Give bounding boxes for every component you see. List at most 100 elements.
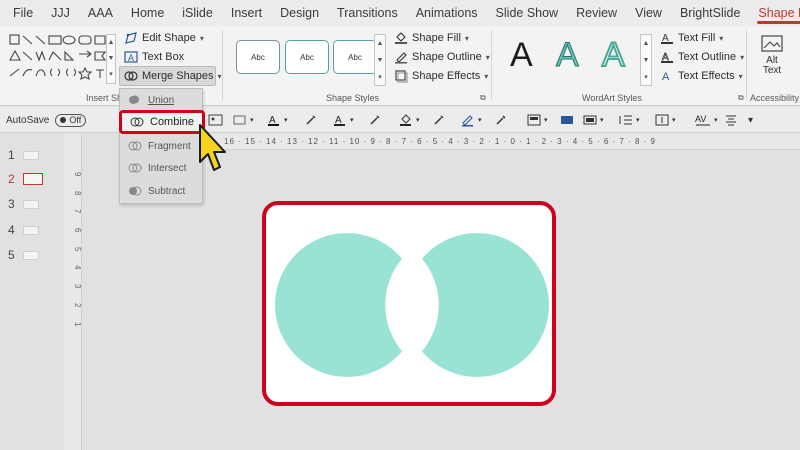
wordart-scroll[interactable]: ▲ ▼ ▾ xyxy=(640,34,652,86)
slide-number: 4 xyxy=(8,223,15,237)
shape-outline-label: Shape Outline xyxy=(412,51,482,63)
tab-aaa[interactable]: AAA xyxy=(79,0,122,26)
shape-style-preset-3[interactable]: Abc xyxy=(333,40,377,74)
crop-icon xyxy=(233,115,246,125)
qat-group-button[interactable]: ▾ xyxy=(582,112,604,128)
tab-transitions[interactable]: Transitions xyxy=(328,0,407,26)
qat-line-spacing-button[interactable]: ▾ xyxy=(618,112,640,128)
qat-text-box-button[interactable]: ▾ xyxy=(654,112,676,128)
text-outline-icon: A xyxy=(661,52,673,63)
combined-circles-shape[interactable] xyxy=(266,205,552,402)
chevron-down-icon: ▾ xyxy=(350,117,354,124)
tab-file[interactable]: File xyxy=(4,0,42,26)
dialog-launcher-icon[interactable]: ⧉ xyxy=(738,93,744,103)
slide-thumbnail[interactable]: 1 xyxy=(8,148,39,162)
qat-fill-button[interactable]: ▾ xyxy=(398,112,420,128)
text-box-button[interactable]: A Text Box xyxy=(124,50,184,64)
tab-insert[interactable]: Insert xyxy=(222,0,271,26)
qat-align-button[interactable] xyxy=(560,112,574,128)
slide-number: 5 xyxy=(8,248,15,262)
alt-text-button[interactable]: Alt Text xyxy=(760,34,784,76)
menu-item-union[interactable]: Union xyxy=(120,89,204,111)
qat-char-spacing-button[interactable]: AV ▾ xyxy=(694,112,718,128)
menu-item-combine[interactable]: Combine xyxy=(119,110,205,134)
tab-jjj[interactable]: JJJ xyxy=(42,0,79,26)
chevron-down-icon: ▾ xyxy=(738,71,743,81)
alt-text-icon xyxy=(761,35,783,52)
wordart-style-plain[interactable]: A xyxy=(510,36,533,75)
tab-brightslide[interactable]: BrightSlide xyxy=(671,0,749,26)
autosave-toggle[interactable]: Off xyxy=(55,113,87,127)
menu-item-subtract[interactable]: Subtract xyxy=(120,180,204,202)
svg-text:AV: AV xyxy=(695,114,706,124)
slide-thumbnail-image xyxy=(22,150,39,160)
qat-layout-button[interactable]: ▾ xyxy=(526,112,548,128)
shape-outline-button[interactable]: Shape Outline ▾ xyxy=(394,50,490,64)
qat-eyedropper-button-4[interactable] xyxy=(494,112,508,128)
qat-outline-button[interactable]: ▾ xyxy=(460,112,482,128)
chevron-down-icon: ▾ xyxy=(217,71,222,81)
shape-effects-button[interactable]: Shape Effects ▾ xyxy=(394,69,488,83)
menu-item-label: Intersect xyxy=(148,162,187,174)
qat-customize-button[interactable]: ▾ xyxy=(748,112,753,128)
edit-shape-button[interactable]: Edit Shape ▾ xyxy=(124,31,204,45)
text-outline-button[interactable]: A Text Outline ▾ xyxy=(660,50,744,64)
wordart-style-teal[interactable]: A xyxy=(556,36,580,75)
qat-eyedropper-button-3[interactable] xyxy=(432,112,446,128)
text-fill-button[interactable]: A Text Fill ▾ xyxy=(660,31,723,45)
text-direction-icon xyxy=(655,114,669,126)
text-fill-icon: A xyxy=(661,33,673,44)
eyedropper-icon xyxy=(434,115,444,125)
qat-crop-button[interactable]: ▾ xyxy=(232,112,254,128)
autosave[interactable]: AutoSave Off xyxy=(6,112,87,128)
tab-slide-show[interactable]: Slide Show xyxy=(487,0,568,26)
shape-styles-scroll[interactable]: ▲ ▼ ▾ xyxy=(374,34,386,86)
tab-review[interactable]: Review xyxy=(567,0,626,26)
tab-islide[interactable]: iSlide xyxy=(173,0,222,26)
shapes-gallery-icons xyxy=(9,34,107,81)
slide-thumbnail-pane: 1 2 3 4 5 xyxy=(0,134,64,450)
shapes-gallery-scroll[interactable]: ▲ ▼ ▾ xyxy=(106,34,116,84)
tab-animations[interactable]: Animations xyxy=(407,0,487,26)
tab-design[interactable]: Design xyxy=(271,0,328,26)
chevron-down-icon: ▾ xyxy=(284,117,288,124)
shape-style-preset-2[interactable]: Abc xyxy=(285,40,329,74)
wordart-style-outline[interactable]: A xyxy=(601,35,626,75)
qat-align-text-button[interactable] xyxy=(724,112,738,128)
slide-thumbnail[interactable]: 3 xyxy=(8,197,39,211)
merge-shapes-menu: Union Combine Fragment Intersect Subtrac… xyxy=(119,88,205,204)
text-highlight-icon: A xyxy=(334,115,345,126)
qat-highlight-button[interactable]: A ▾ xyxy=(332,112,354,128)
qat-font-color-button[interactable]: A ▾ xyxy=(266,112,288,128)
autosave-label: AutoSave xyxy=(6,114,50,126)
qat-eyedropper-button-2[interactable] xyxy=(368,112,382,128)
tab-home[interactable]: Home xyxy=(122,0,173,26)
shape-style-preset-1[interactable]: Abc xyxy=(236,40,280,74)
shape-styles-group-label: Shape Styles xyxy=(326,93,380,103)
menu-item-intersect[interactable]: Intersect xyxy=(120,157,204,179)
slide-thumbnail[interactable]: 5 xyxy=(8,248,39,262)
text-effects-button[interactable]: A Text Effects ▾ xyxy=(660,69,743,83)
menu-item-label: Fragment xyxy=(148,140,191,152)
tab-view[interactable]: View xyxy=(626,0,671,26)
pen-outline-icon xyxy=(462,115,473,127)
chevron-down-icon: ▾ xyxy=(199,33,204,43)
edit-shape-label: Edit Shape xyxy=(142,32,196,44)
qat-eyedropper-button[interactable] xyxy=(304,112,318,128)
insert-shapes-group-label: Insert Sh xyxy=(86,93,123,103)
align-text-icon xyxy=(726,115,736,126)
chevron-down-icon: ▾ xyxy=(485,52,490,62)
chevron-down-icon: ▾ xyxy=(416,117,420,124)
tab-shape-format[interactable]: Shape Format xyxy=(749,0,800,26)
vertical-ruler: 9 8 7 6 5 4 3 2 1 xyxy=(64,134,82,450)
slide-thumbnail-image xyxy=(22,199,39,209)
ruler-tick-label: 1 xyxy=(73,321,82,326)
shapes-gallery[interactable] xyxy=(8,32,108,88)
slide-thumbnail[interactable]: 4 xyxy=(8,223,39,237)
slide-thumbnail-selected[interactable]: 2 xyxy=(8,172,43,186)
merge-shapes-button[interactable]: Merge Shapes ▾ xyxy=(124,69,222,83)
menu-item-fragment[interactable]: Fragment xyxy=(120,135,204,157)
layout-icon xyxy=(527,114,541,126)
dialog-launcher-icon[interactable]: ⧉ xyxy=(480,93,486,103)
shape-fill-button[interactable]: Shape Fill ▾ xyxy=(394,31,469,45)
